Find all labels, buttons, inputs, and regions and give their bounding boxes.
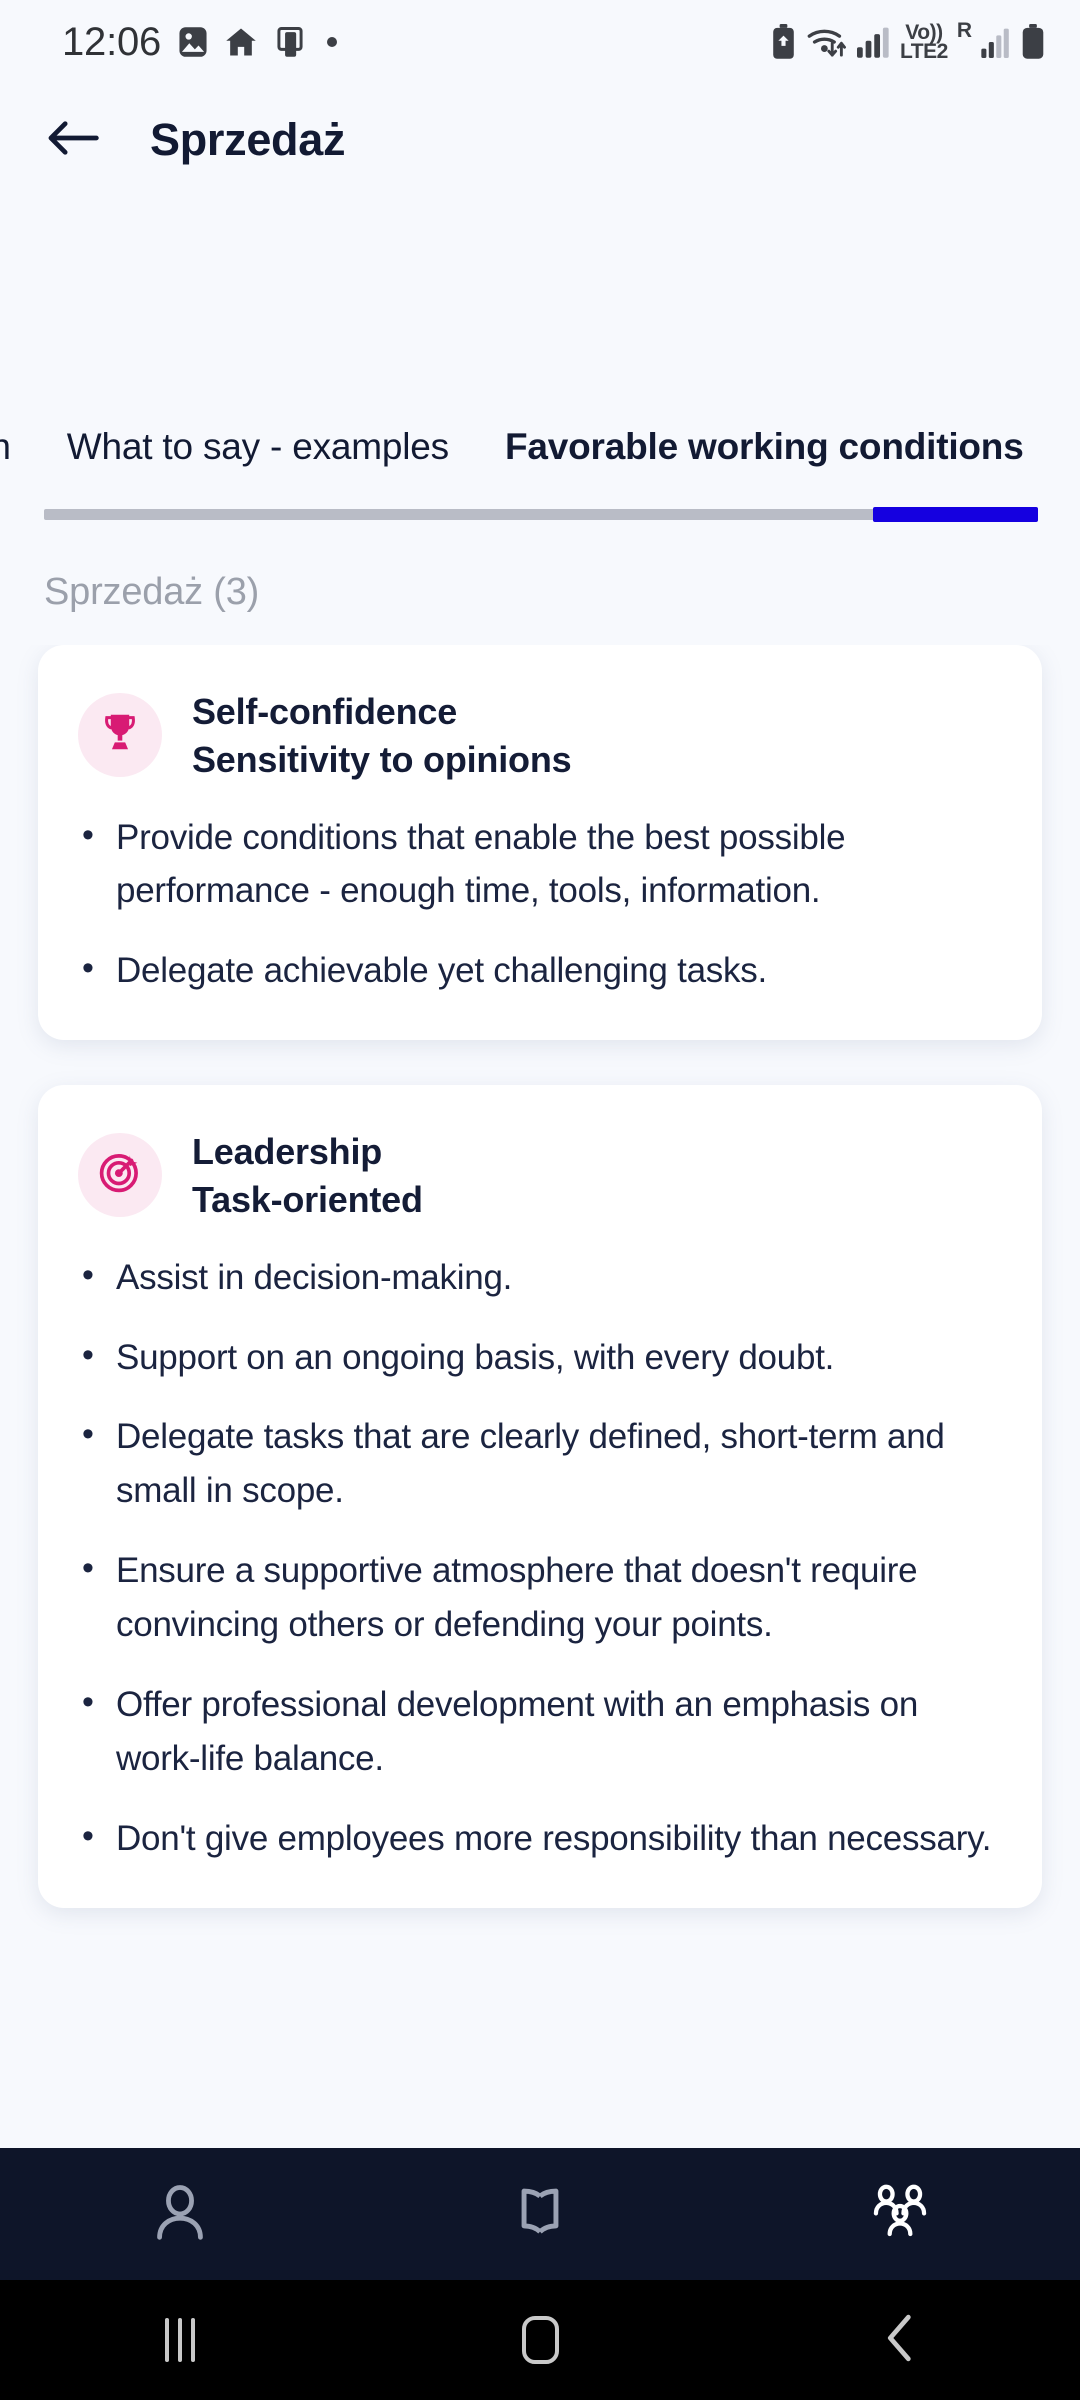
phone-screen: 12:06 Vo)) LTE2 R Sprzedaż n What to say… bbox=[0, 0, 1080, 2400]
card-bullet-list: Assist in decision-making. Support on an… bbox=[78, 1249, 1002, 1866]
roaming-icon: R bbox=[956, 18, 972, 42]
list-item: Delegate tasks that are clearly defined,… bbox=[78, 1408, 1002, 1518]
image-icon bbox=[178, 26, 208, 58]
nav-item-people[interactable] bbox=[720, 2148, 1080, 2280]
card-leadership[interactable]: Leadership Task-oriented Assist in decis… bbox=[38, 1085, 1042, 1908]
book-icon bbox=[511, 2183, 569, 2246]
home-icon bbox=[521, 2316, 559, 2364]
signal-bars-icon bbox=[857, 26, 891, 58]
back-button[interactable] bbox=[42, 109, 104, 171]
signal-bars-2-icon bbox=[981, 26, 1011, 58]
card-title-group: Leadership Task-oriented bbox=[192, 1129, 423, 1221]
header-spacer bbox=[0, 196, 1080, 401]
list-item: Offer professional development with an e… bbox=[78, 1676, 1002, 1786]
list-item: Don't give employees more responsibility… bbox=[78, 1810, 1002, 1866]
target-badge bbox=[78, 1132, 162, 1217]
list-item: Assist in decision-making. bbox=[78, 1249, 1002, 1305]
system-back-button[interactable] bbox=[720, 2313, 1080, 2368]
app-window-icon bbox=[274, 26, 306, 58]
tab-favorable-working-conditions[interactable]: Favorable working conditions bbox=[477, 426, 1052, 468]
status-bar-left: 12:06 bbox=[62, 19, 338, 65]
target-icon bbox=[97, 1149, 143, 1200]
system-recents-button[interactable] bbox=[0, 2318, 360, 2362]
recents-icon bbox=[165, 2318, 195, 2362]
tab-bar[interactable]: on What to say - examples Favorable work… bbox=[0, 401, 1080, 493]
status-bar-right: Vo)) LTE2 R bbox=[770, 19, 1046, 63]
tab-previous[interactable]: on bbox=[0, 426, 39, 468]
person-icon bbox=[149, 2181, 211, 2248]
card-title: Self-confidence bbox=[192, 691, 458, 732]
app-header: Sprzedaż bbox=[0, 84, 1080, 196]
card-header: Leadership Task-oriented bbox=[78, 1129, 1002, 1221]
card-subtitle: Task-oriented bbox=[192, 1178, 423, 1220]
card-self-confidence[interactable]: Self-confidence Sensitivity to opinions … bbox=[38, 645, 1042, 1041]
list-item: Delegate achievable yet challenging task… bbox=[78, 942, 1002, 998]
tab-what-to-say-examples[interactable]: What to say - examples bbox=[39, 426, 477, 468]
status-bar: 12:06 Vo)) LTE2 R bbox=[0, 0, 1080, 84]
arrow-left-icon bbox=[47, 118, 99, 163]
volte-lte2-label: Vo)) LTE2 bbox=[900, 20, 948, 63]
bottom-navigation bbox=[0, 2148, 1080, 2280]
content-scroll-area[interactable]: Self-confidence Sensitivity to opinions … bbox=[0, 645, 1080, 2148]
trophy-icon bbox=[97, 709, 143, 760]
group-people-icon bbox=[867, 2181, 933, 2248]
card-subtitle: Sensitivity to opinions bbox=[192, 738, 572, 780]
home-icon bbox=[225, 26, 257, 58]
back-icon bbox=[883, 2313, 917, 2368]
battery-saver-icon bbox=[770, 24, 797, 60]
tab-scroll-track[interactable] bbox=[0, 493, 1080, 539]
dot-indicator bbox=[327, 37, 338, 47]
card-title: Leadership bbox=[192, 1131, 383, 1173]
system-home-button[interactable] bbox=[360, 2316, 720, 2364]
system-navigation-bar bbox=[0, 2280, 1080, 2400]
wifi-icon bbox=[806, 25, 848, 59]
list-item: Ensure a supportive atmosphere that does… bbox=[78, 1542, 1002, 1652]
trophy-badge bbox=[78, 692, 162, 777]
status-time: 12:06 bbox=[62, 19, 162, 64]
nav-item-profile[interactable] bbox=[0, 2148, 360, 2280]
nav-item-library[interactable] bbox=[360, 2148, 720, 2280]
battery-icon bbox=[1020, 24, 1046, 60]
card-header: Self-confidence Sensitivity to opinions bbox=[78, 689, 1002, 781]
card-bullet-list: Provide conditions that enable the best … bbox=[78, 809, 1002, 999]
tab-active-indicator bbox=[873, 507, 1038, 522]
section-label: Sprzedaż (3) bbox=[0, 539, 1080, 645]
list-item: Support on an ongoing basis, with every … bbox=[78, 1329, 1002, 1385]
card-title-group: Self-confidence Sensitivity to opinions bbox=[192, 689, 572, 781]
page-title: Sprzedaż bbox=[150, 114, 346, 165]
list-item: Provide conditions that enable the best … bbox=[78, 809, 1002, 919]
